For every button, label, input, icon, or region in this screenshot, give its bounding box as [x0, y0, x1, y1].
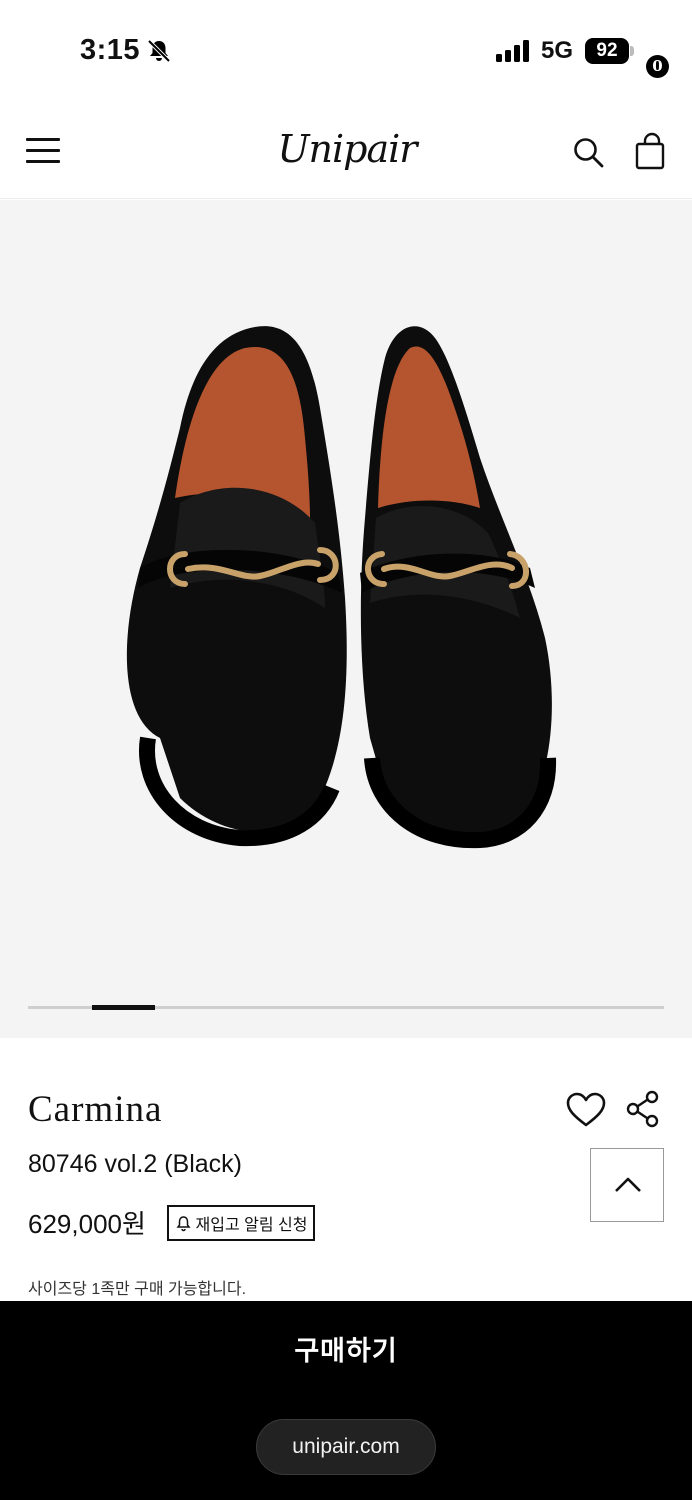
- product-price: 629,000원: [28, 1209, 146, 1239]
- left-loafer: [126, 326, 347, 847]
- menu-button[interactable]: [26, 138, 62, 166]
- restock-alert-label: 재입고 알림 신청: [195, 1217, 308, 1234]
- scroll-to-top-button[interactable]: [590, 1148, 664, 1222]
- menu-line: [26, 149, 60, 152]
- restock-alert-button[interactable]: 재입고 알림 신청: [167, 1205, 315, 1241]
- battery-indicator: 92: [585, 38, 629, 64]
- site-logo[interactable]: Unipair: [272, 118, 422, 180]
- menu-line: [26, 138, 60, 141]
- chevron-up-icon: [615, 1177, 641, 1192]
- menu-line: [26, 160, 60, 163]
- status-bar: 3:15 5G 92: [0, 0, 692, 100]
- bell-icon: [176, 1215, 191, 1231]
- share-icon[interactable]: [626, 1090, 660, 1128]
- heart-icon[interactable]: [566, 1092, 606, 1128]
- product-name: 80746 vol.2 (Black): [28, 1150, 243, 1178]
- product-gallery[interactable]: [0, 200, 692, 1038]
- bell-off-icon: [147, 39, 171, 63]
- right-loafer: [360, 326, 557, 849]
- network-label: 5G: [541, 37, 574, 64]
- browser-url-pill[interactable]: unipair.com: [256, 1419, 436, 1475]
- product-image[interactable]: [120, 318, 580, 858]
- buy-button[interactable]: 구매하기: [0, 1323, 692, 1379]
- product-brand[interactable]: Carmina: [28, 1088, 162, 1131]
- gallery-progress-thumb[interactable]: [92, 1005, 155, 1010]
- cart-count-badge: 0: [646, 55, 669, 78]
- site-header: Unipair: [0, 100, 692, 199]
- purchase-limit-notice: 사이즈당 1족만 구매 가능합니다.: [28, 1281, 247, 1298]
- buy-bar: 구매하기 unipair.com: [0, 1301, 692, 1500]
- status-time: 3:15: [80, 34, 141, 66]
- signal-icon: [496, 40, 529, 62]
- search-icon[interactable]: [572, 136, 604, 168]
- shopping-bag-icon[interactable]: [634, 132, 670, 172]
- battery-cap: [630, 46, 634, 56]
